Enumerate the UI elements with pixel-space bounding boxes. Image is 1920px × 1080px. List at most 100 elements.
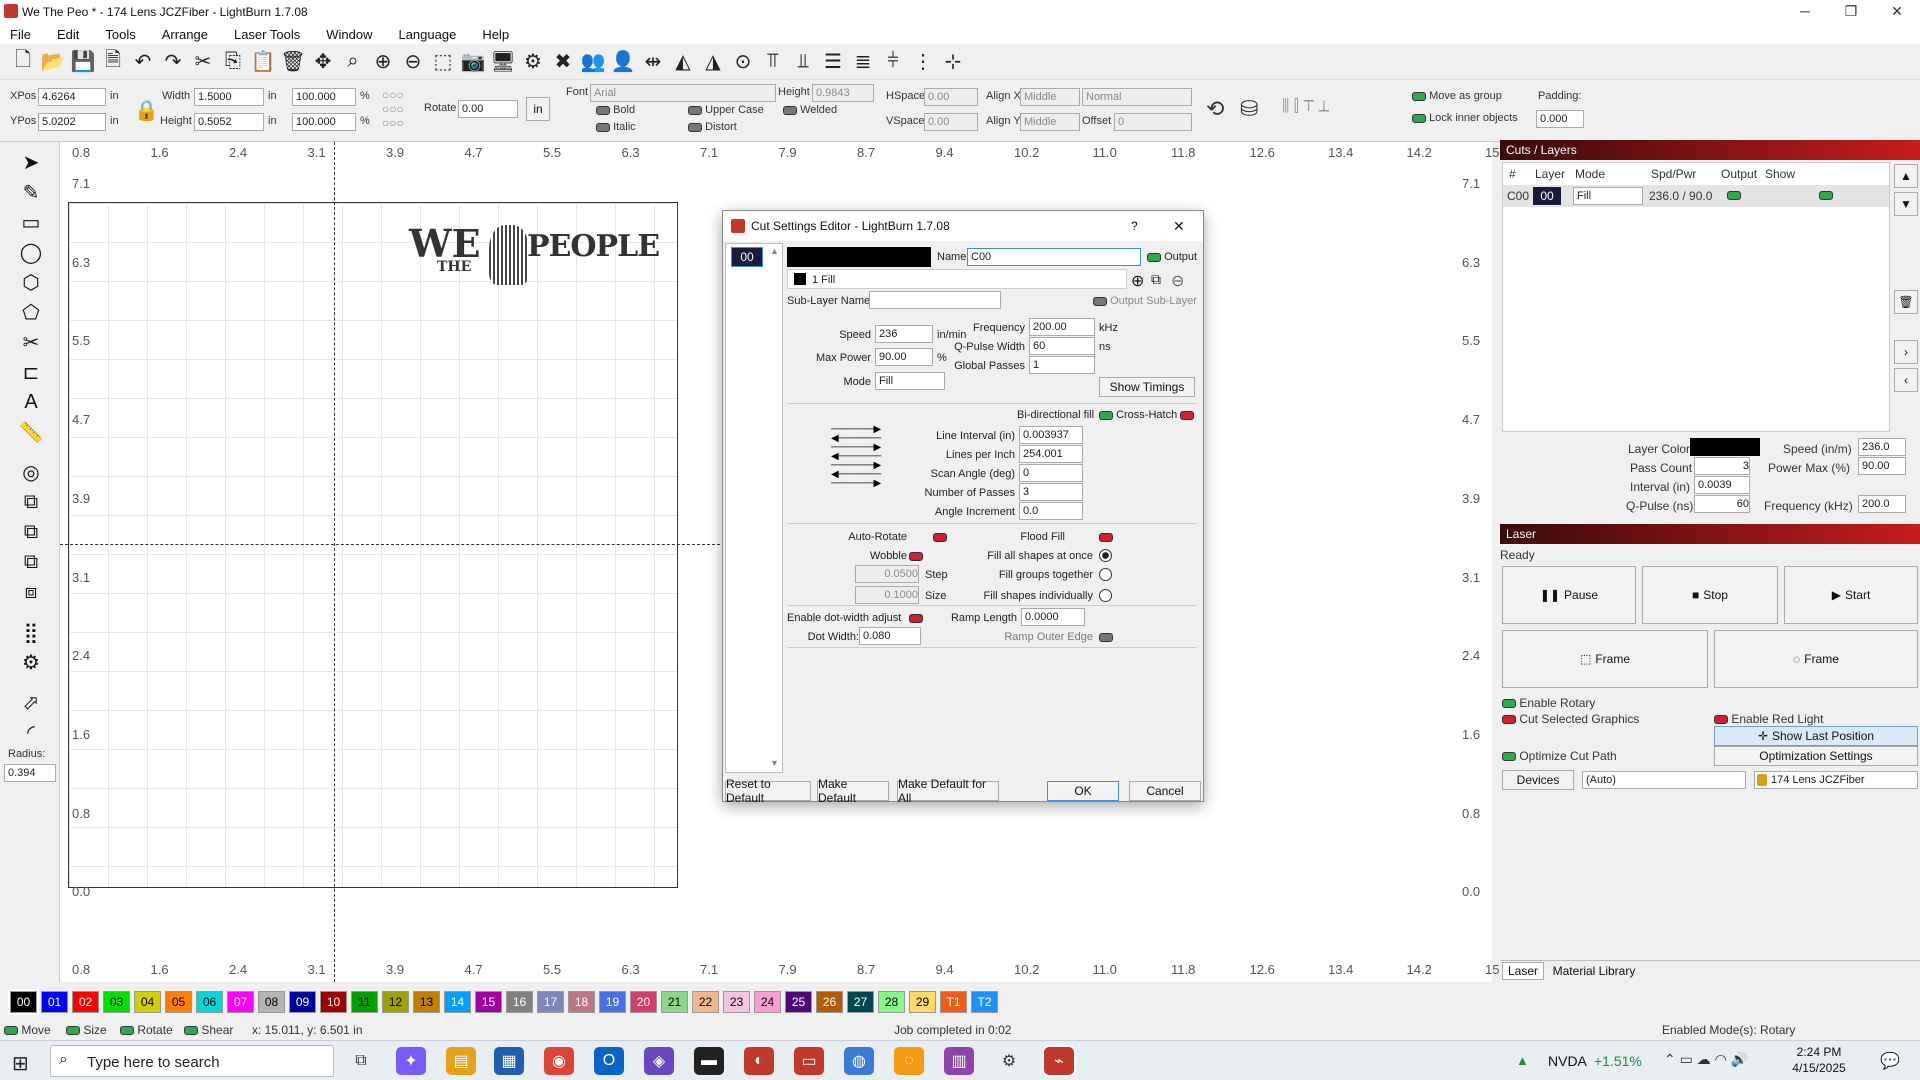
- lines-per-inch-input[interactable]: 254.001: [1019, 445, 1083, 463]
- settings-gear-icon[interactable]: ⚙: [994, 1047, 1024, 1075]
- speed-input[interactable]: 236.0: [1858, 438, 1906, 456]
- file-explorer-icon[interactable]: ▤: [446, 1047, 476, 1075]
- measure-icon[interactable]: 📏: [14, 418, 48, 446]
- palette-swatch-29[interactable]: 29: [909, 991, 936, 1013]
- padding-input[interactable]: 0.000: [1536, 110, 1584, 128]
- align-tools-icon[interactable]: ⫼ ⫿ ⊤ ⊥: [1282, 98, 1329, 116]
- group-icon[interactable]: 👥: [578, 47, 608, 77]
- spacing-icon[interactable]: ⋮: [908, 47, 938, 77]
- mirror-icon[interactable]: ◭: [668, 47, 698, 77]
- device-select[interactable]: 174 Lens JCZFiber: [1754, 771, 1918, 789]
- corner-radius-icon[interactable]: ◜: [14, 718, 48, 746]
- palette-swatch-24[interactable]: 24: [754, 991, 781, 1013]
- table-row[interactable]: C00 00 Fill 236.0 / 90.0: [1503, 185, 1889, 207]
- global-passes-input[interactable]: 1: [1029, 356, 1095, 374]
- make-default-all-button[interactable]: Make Default for All: [897, 777, 999, 805]
- optimization-settings-button[interactable]: Optimization Settings: [1714, 746, 1918, 766]
- save-icon[interactable]: 💾: [68, 47, 98, 77]
- distort-toggle[interactable]: [688, 122, 702, 132]
- auto-rotate-toggle[interactable]: [933, 533, 947, 542]
- fill-all-radio[interactable]: [1099, 549, 1112, 562]
- hspace-input[interactable]: 0.00: [924, 88, 978, 106]
- frequency-input[interactable]: 200.00: [1029, 318, 1095, 336]
- palette-swatch-23[interactable]: 23: [723, 991, 750, 1013]
- pause-button[interactable]: ❚❚ Pause: [1502, 566, 1636, 624]
- height-input[interactable]: 0.5052: [194, 113, 264, 131]
- menu-file[interactable]: File: [10, 27, 31, 42]
- tab-laser[interactable]: Laser: [1502, 962, 1544, 980]
- max-power-input[interactable]: 90.00: [875, 348, 933, 366]
- distribute-icon[interactable]: ☰: [818, 47, 848, 77]
- palette-swatch-08[interactable]: 08: [258, 991, 285, 1013]
- wobble-size-input[interactable]: 0.1000: [855, 586, 919, 604]
- close-window-button[interactable]: ✕: [1874, 0, 1920, 24]
- windows-start-icon[interactable]: ⊞: [12, 1051, 29, 1076]
- palette-swatch-09[interactable]: 09: [289, 991, 316, 1013]
- palette-swatch-28[interactable]: 28: [878, 991, 905, 1013]
- palette-swatch-15[interactable]: 15: [475, 991, 502, 1013]
- devices-button[interactable]: Devices: [1502, 770, 1574, 790]
- menu-tools[interactable]: Tools: [105, 27, 135, 42]
- position-laser-icon[interactable]: ⊏: [14, 358, 48, 386]
- mode-select[interactable]: Fill: [1573, 187, 1643, 205]
- pass-count-input[interactable]: 3: [1694, 457, 1750, 475]
- pentagon-icon[interactable]: ⬠: [14, 298, 48, 326]
- width-input[interactable]: 1.5000: [194, 88, 264, 106]
- zoom-selection-icon[interactable]: ⬚: [428, 47, 458, 77]
- terminal-icon[interactable]: ▬: [694, 1047, 724, 1075]
- settings-icon[interactable]: ⚙: [518, 47, 548, 77]
- scroll-down-icon[interactable]: ▼: [770, 758, 779, 768]
- palette-swatch-27[interactable]: 27: [847, 991, 874, 1013]
- palette-swatch-19[interactable]: 19: [599, 991, 626, 1013]
- mirror-vertical-icon[interactable]: ◮: [698, 47, 728, 77]
- palette-swatch-22[interactable]: 22: [692, 991, 719, 1013]
- qpulse-input[interactable]: 60: [1694, 495, 1750, 513]
- palette-swatch-25[interactable]: 25: [785, 991, 812, 1013]
- move-group-toggle[interactable]: [1412, 91, 1426, 101]
- port-select[interactable]: (Auto): [1582, 771, 1746, 789]
- help-button[interactable]: ?: [1131, 211, 1138, 241]
- palette-swatch-00[interactable]: 00: [8, 989, 39, 1015]
- palette-swatch-04[interactable]: 04: [134, 991, 161, 1013]
- interval-input[interactable]: 0.0039: [1694, 476, 1750, 494]
- collapse-left-icon[interactable]: ‹: [1894, 368, 1918, 392]
- select-tool-icon[interactable]: ➤: [14, 148, 48, 176]
- search-box[interactable]: ⌕ Type here to search: [50, 1045, 334, 1077]
- convert-path-icon[interactable]: ⟲: [1206, 96, 1224, 122]
- remove-sublayer-icon[interactable]: ⊖: [1171, 271, 1184, 291]
- copilot-icon[interactable]: ✦: [396, 1047, 426, 1075]
- stop-button[interactable]: ■ Stop: [1642, 566, 1778, 624]
- undo-icon[interactable]: ↶: [128, 47, 158, 77]
- ungroup-icon[interactable]: 👤: [608, 47, 638, 77]
- vspace-input[interactable]: 0.00: [924, 113, 978, 131]
- layer-list-item[interactable]: 00: [731, 247, 763, 267]
- tools-icon[interactable]: ✖: [548, 47, 578, 77]
- palette-swatch-12[interactable]: 12: [382, 991, 409, 1013]
- ypos-input[interactable]: 5.0202: [38, 113, 106, 131]
- delete-icon[interactable]: 🗑: [278, 47, 308, 77]
- show-toggle[interactable]: [1819, 190, 1833, 200]
- show-timings-button[interactable]: Show Timings: [1099, 377, 1195, 397]
- palette-swatch-02[interactable]: 02: [72, 991, 99, 1013]
- palette-swatch-21[interactable]: 21: [661, 991, 688, 1013]
- ramp-length-input[interactable]: 0.0000: [1021, 608, 1085, 626]
- delete-layer-icon[interactable]: 🗑: [1894, 290, 1918, 314]
- optimize-toggle[interactable]: [1502, 752, 1516, 762]
- height-percent-input[interactable]: 100.000: [292, 113, 356, 131]
- line-interval-input[interactable]: 0.003937: [1019, 426, 1083, 444]
- palette-swatch-20[interactable]: 20: [630, 991, 657, 1013]
- task-view-icon[interactable]: ⧉: [346, 1047, 376, 1075]
- number-of-passes-input[interactable]: 3: [1019, 483, 1083, 501]
- enable-rotary-toggle[interactable]: [1502, 699, 1516, 709]
- menu-help[interactable]: Help: [482, 27, 509, 42]
- tab-icon[interactable]: ⬀: [14, 688, 48, 716]
- ok-button[interactable]: OK: [1047, 781, 1119, 801]
- fill-groups-radio[interactable]: [1099, 568, 1112, 581]
- sublayer-item[interactable]: 1 Fill: [812, 274, 835, 286]
- palette-swatch-01[interactable]: 01: [41, 991, 68, 1013]
- speed-input[interactable]: 236: [875, 325, 933, 343]
- database-icon[interactable]: ⛁: [1240, 96, 1258, 122]
- size-toggle[interactable]: [66, 1026, 80, 1036]
- palette-swatch-16[interactable]: 16: [506, 991, 533, 1013]
- app-blue-icon[interactable]: ◍: [844, 1047, 874, 1075]
